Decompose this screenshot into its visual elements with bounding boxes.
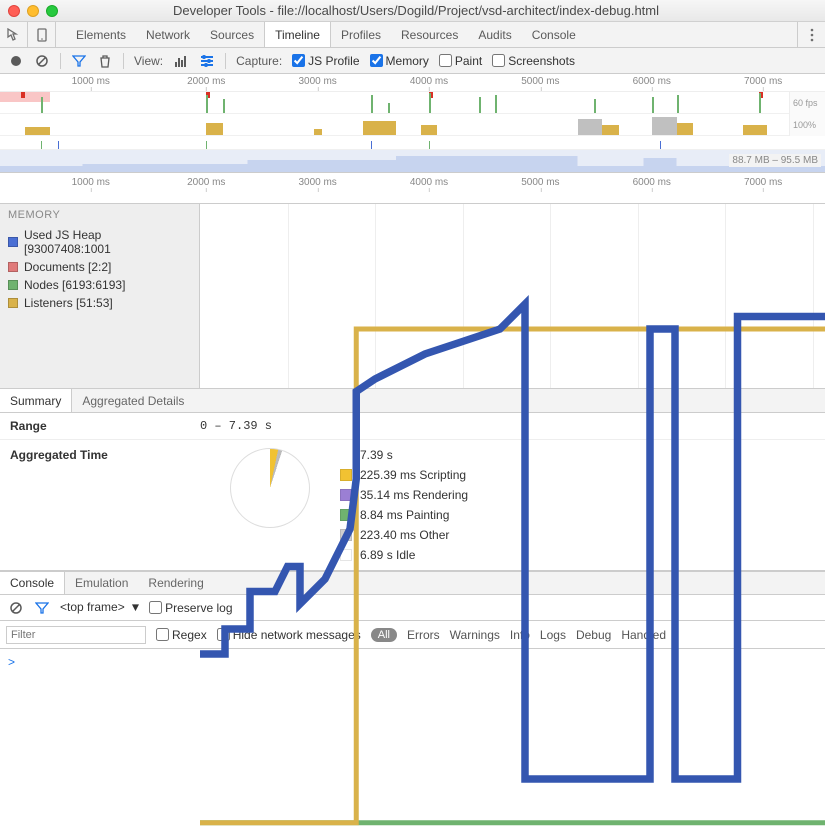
- range-label: Range: [10, 419, 200, 433]
- js-profile-label: JS Profile: [308, 54, 359, 68]
- memory-header: MEMORY: [0, 204, 199, 226]
- tab-timeline[interactable]: Timeline: [264, 22, 331, 47]
- view-label: View:: [134, 54, 163, 68]
- tab-network[interactable]: Network: [136, 22, 200, 47]
- capture-screenshots-checkbox[interactable]: Screenshots: [492, 54, 575, 68]
- drawer-tab-emulation[interactable]: Emulation: [65, 572, 138, 594]
- tab-audits[interactable]: Audits: [468, 22, 521, 47]
- view-heavyweight-icon[interactable]: [199, 53, 215, 69]
- overview-ruler-top: 1000 ms 2000 ms 3000 ms 4000 ms 5000 ms …: [0, 74, 825, 92]
- ruler-tick: 1000 ms: [72, 76, 110, 87]
- paint-label: Paint: [455, 54, 482, 68]
- ruler-tick: 2000 ms: [187, 177, 225, 188]
- overflow-menu-icon[interactable]: [797, 22, 825, 47]
- memory-item-label: Documents [2:2]: [24, 260, 111, 274]
- tab-sources[interactable]: Sources: [200, 22, 264, 47]
- memory-label: Memory: [386, 54, 429, 68]
- inspect-element-icon[interactable]: [0, 22, 28, 47]
- cpu-label: 100%: [793, 120, 825, 130]
- ruler-tick: 1000 ms: [72, 177, 110, 188]
- memory-item-nodes[interactable]: Nodes [6193:6193]: [0, 276, 199, 294]
- overview-cpu-row: [0, 114, 825, 136]
- memory-legend: MEMORY Used JS Heap [93007408:1001 Docum…: [0, 204, 200, 388]
- overview-ruler-bottom: 1000 ms 2000 ms 3000 ms 4000 ms 5000 ms …: [0, 172, 825, 192]
- ruler-tick: 7000 ms: [744, 76, 782, 87]
- tab-elements[interactable]: Elements: [66, 22, 136, 47]
- window-titlebar: Developer Tools - file://localhost/Users…: [0, 0, 825, 22]
- detail-tab-aggregated[interactable]: Aggregated Details: [72, 389, 194, 412]
- memory-item-heap[interactable]: Used JS Heap [93007408:1001: [0, 226, 199, 258]
- overview-fps-row: [0, 92, 825, 114]
- memory-chart[interactable]: [200, 204, 825, 388]
- tab-console[interactable]: Console: [522, 22, 586, 47]
- ruler-tick: 6000 ms: [633, 76, 671, 87]
- ruler-tick: 5000 ms: [521, 76, 559, 87]
- garbage-collect-icon[interactable]: [97, 53, 113, 69]
- frame-selector-value: <top frame>: [60, 600, 125, 614]
- capture-js-profile-checkbox[interactable]: JS Profile: [292, 54, 359, 68]
- aggregated-time-label: Aggregated Time: [10, 448, 190, 562]
- clear-button[interactable]: [34, 53, 50, 69]
- ruler-tick: 3000 ms: [298, 76, 336, 87]
- memory-item-listeners[interactable]: Listeners [51:53]: [0, 294, 199, 312]
- memory-panel: MEMORY Used JS Heap [93007408:1001 Docum…: [0, 204, 825, 389]
- memory-range-label: 88.7 MB – 95.5 MB: [729, 154, 821, 167]
- console-filter-icon[interactable]: [34, 600, 50, 616]
- console-clear-icon[interactable]: [8, 600, 24, 616]
- ruler-tick: 2000 ms: [187, 76, 225, 87]
- record-button[interactable]: [8, 53, 24, 69]
- tab-profiles[interactable]: Profiles: [331, 22, 391, 47]
- capture-label: Capture:: [236, 54, 282, 68]
- console-filter-input[interactable]: [6, 626, 146, 644]
- ruler-tick: 4000 ms: [410, 177, 448, 188]
- timeline-overview[interactable]: 1000 ms 2000 ms 3000 ms 4000 ms 5000 ms …: [0, 74, 825, 204]
- overview-marker-row: [0, 136, 825, 150]
- screenshots-label: Screenshots: [508, 54, 575, 68]
- devtools-tabstrip: Elements Network Sources Timeline Profil…: [0, 22, 825, 48]
- overview-memory-row: 88.7 MB – 95.5 MB: [0, 150, 825, 172]
- ruler-tick: 5000 ms: [521, 177, 559, 188]
- memory-item-label: Nodes [6193:6193]: [24, 278, 125, 292]
- fps-label: 60 fps: [793, 98, 825, 108]
- console-prompt: >: [8, 655, 15, 669]
- timeline-toolbar: View: Capture: JS Profile Memory Paint S…: [0, 48, 825, 74]
- filter-icon[interactable]: [71, 53, 87, 69]
- detail-tab-summary[interactable]: Summary: [0, 389, 72, 412]
- ruler-tick: 4000 ms: [410, 76, 448, 87]
- memory-item-documents[interactable]: Documents [2:2]: [0, 258, 199, 276]
- memory-item-label: Listeners [51:53]: [24, 296, 113, 310]
- window-title: Developer Tools - file://localhost/Users…: [15, 3, 817, 18]
- ruler-tick: 6000 ms: [633, 177, 671, 188]
- drawer-tab-console[interactable]: Console: [0, 572, 65, 594]
- capture-paint-checkbox[interactable]: Paint: [439, 54, 482, 68]
- frame-selector[interactable]: <top frame> ▼: [60, 600, 139, 615]
- ruler-tick: 7000 ms: [744, 177, 782, 188]
- capture-memory-checkbox[interactable]: Memory: [370, 54, 429, 68]
- device-mode-icon[interactable]: [28, 22, 56, 47]
- view-flame-icon[interactable]: [173, 53, 189, 69]
- memory-item-label: Used JS Heap [93007408:1001: [24, 228, 191, 256]
- overview-side-labels: 60 fps 100%: [789, 92, 825, 136]
- ruler-tick: 3000 ms: [298, 177, 336, 188]
- tab-resources[interactable]: Resources: [391, 22, 468, 47]
